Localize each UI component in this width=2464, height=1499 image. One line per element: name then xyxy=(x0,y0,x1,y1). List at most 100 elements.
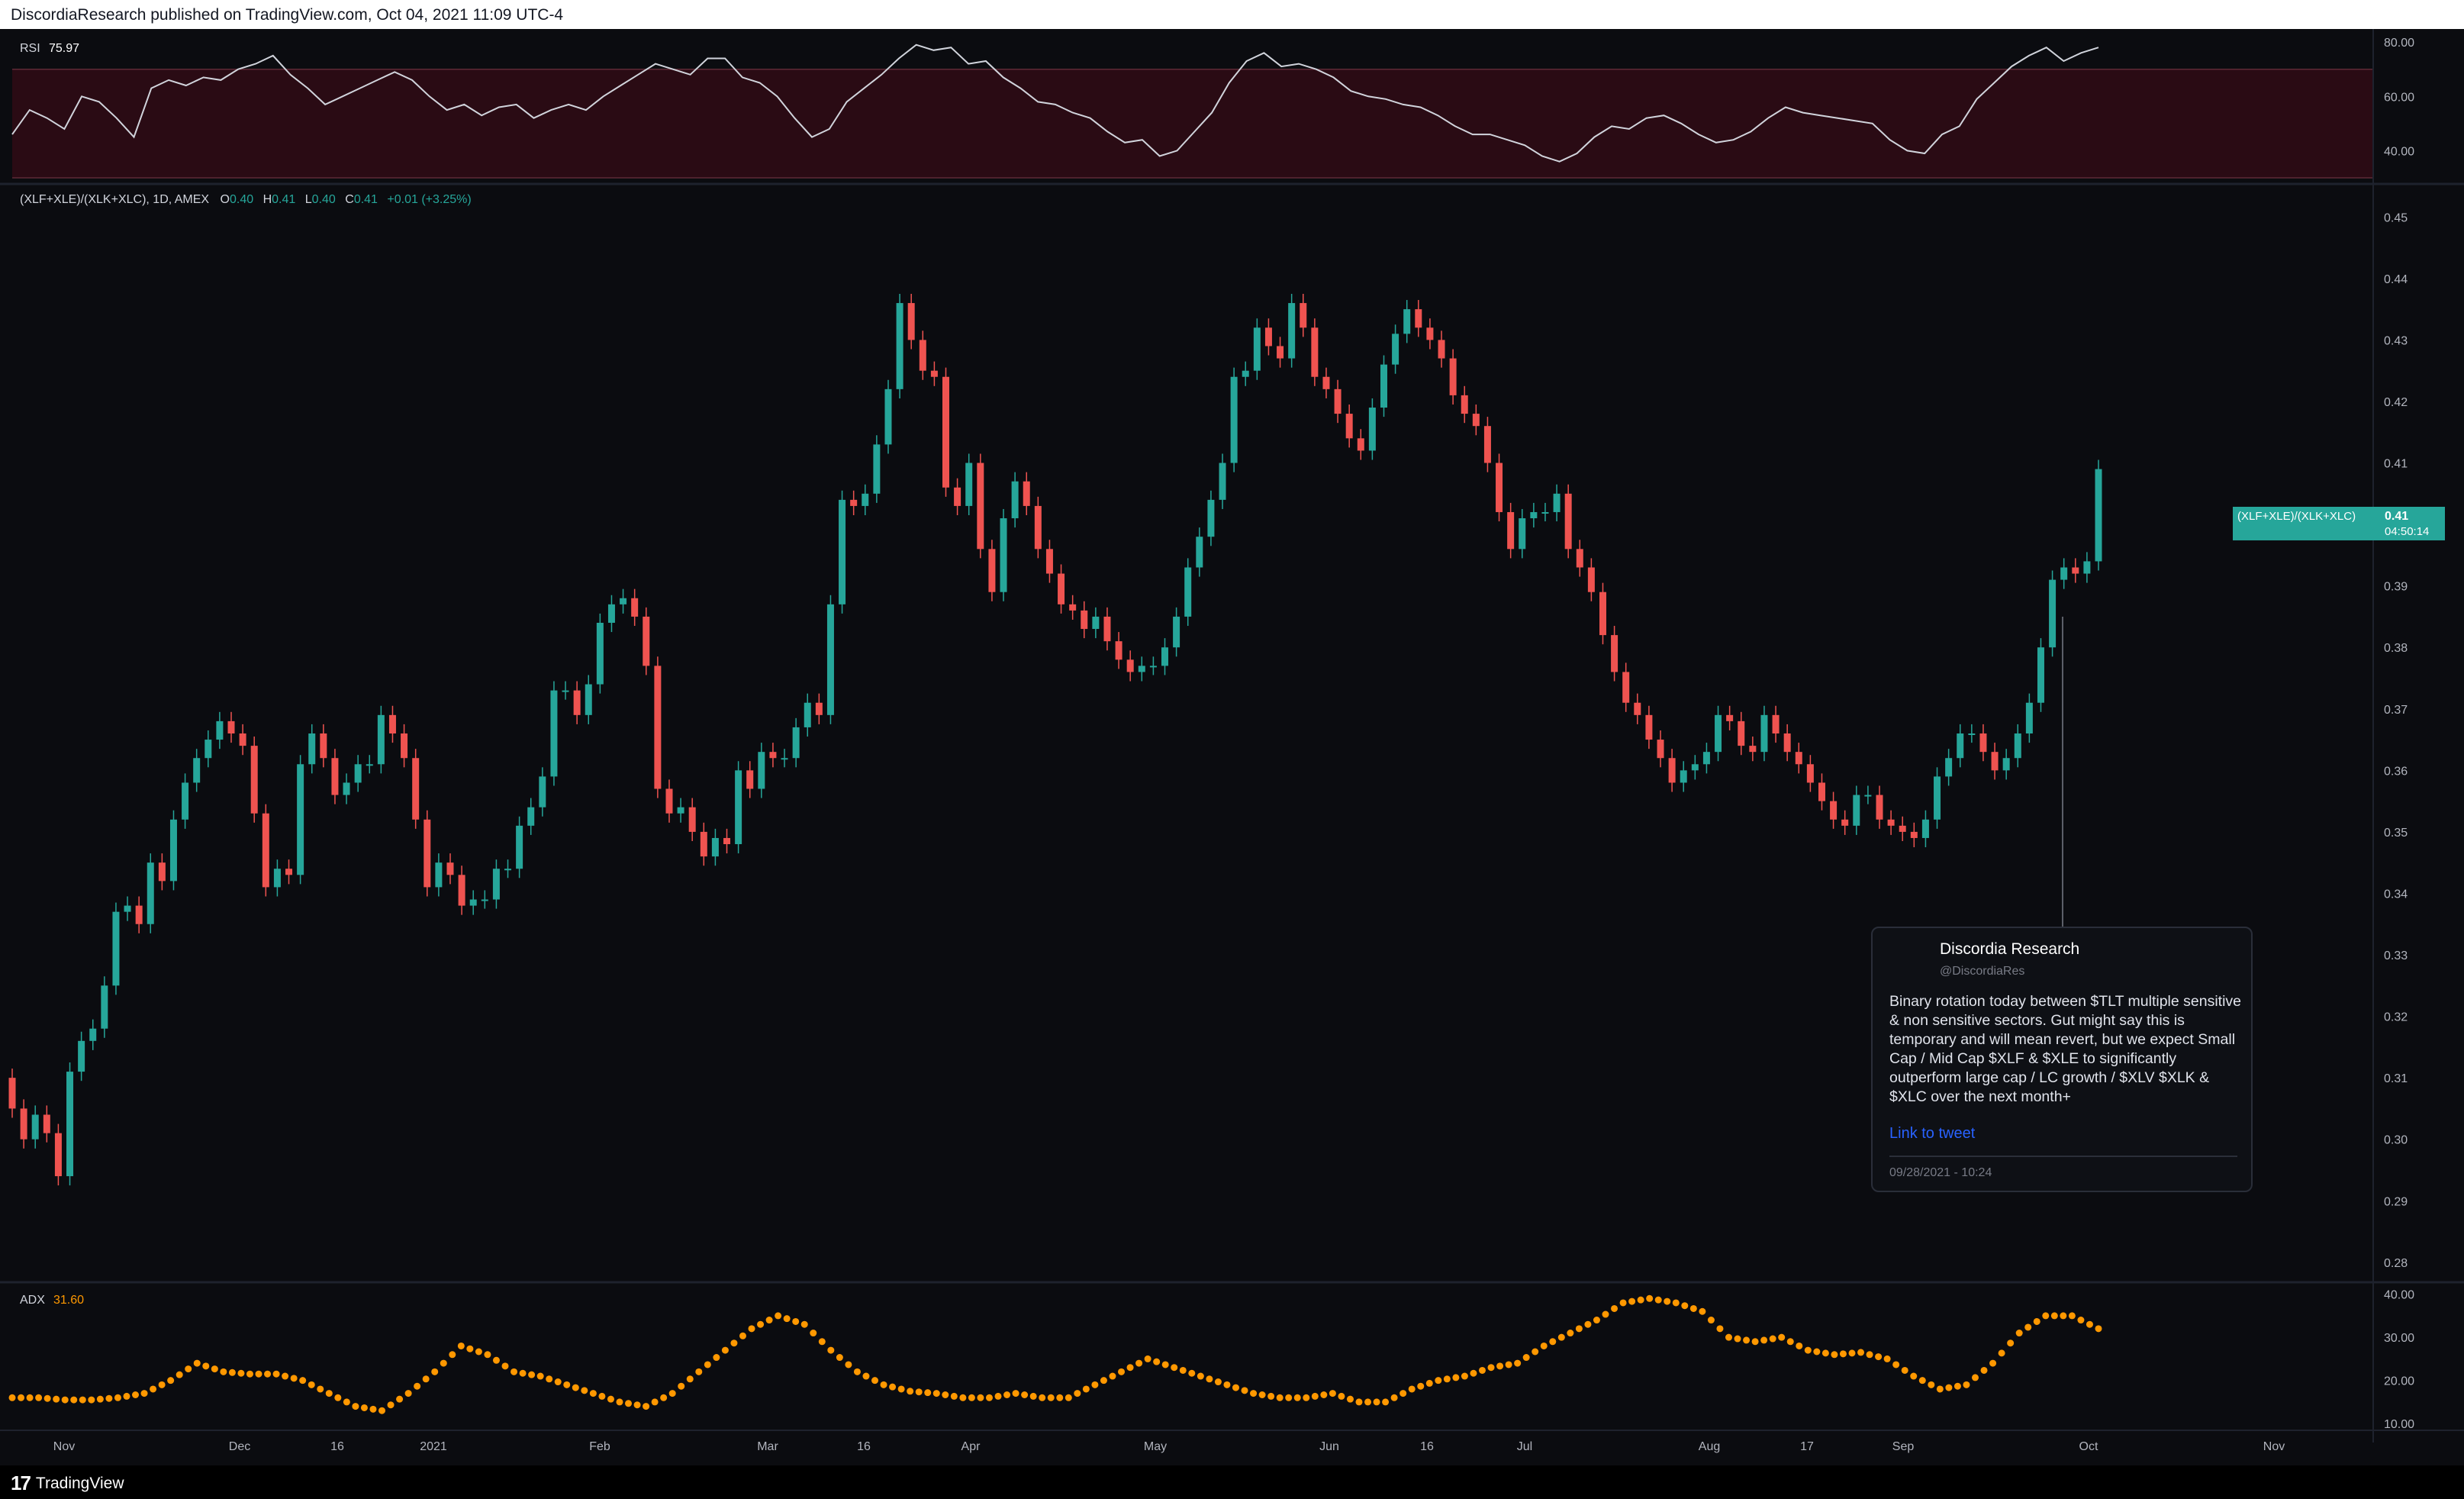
candle-body xyxy=(2072,567,2079,574)
price-tag-value: 0.41 xyxy=(2385,510,2409,523)
tweet-text: Binary rotation today between $TLT multi… xyxy=(1889,993,2242,1105)
adx-point xyxy=(1821,1349,1829,1357)
adx-point xyxy=(1786,1338,1794,1346)
adx-point xyxy=(1628,1298,1636,1305)
candle-body xyxy=(2037,647,2044,703)
time-tick-label: 16 xyxy=(857,1440,871,1453)
candle-body xyxy=(1357,438,1364,451)
candle-body xyxy=(596,622,604,685)
chart-canvas[interactable]: 80.00 60.00 40.00 RSI 75.97 0.45 0.44 0.43 0.… xyxy=(0,29,2464,1465)
candle-body xyxy=(2060,567,2068,580)
price-tick-label: 0.33 xyxy=(2384,949,2408,962)
adx-tick-label: 30.00 xyxy=(2384,1332,2414,1345)
tweet-link[interactable]: Link to tweet xyxy=(1889,1125,1975,1143)
adx-point xyxy=(8,1394,16,1401)
price-tick-label: 0.31 xyxy=(2384,1072,2408,1085)
adx-point xyxy=(352,1403,359,1410)
adx-point xyxy=(1743,1336,1751,1344)
candle-body xyxy=(1668,758,1676,783)
adx-tick-label: 10.00 xyxy=(2384,1418,2414,1431)
adx-point xyxy=(589,1390,597,1397)
price-tick-label: 0.30 xyxy=(2384,1134,2408,1147)
adx-point xyxy=(1161,1361,1169,1368)
candle-body xyxy=(66,1072,74,1177)
candle-body xyxy=(1207,499,1215,537)
candle-body xyxy=(1115,641,1122,660)
candle-body xyxy=(539,776,546,808)
adx-point xyxy=(792,1317,800,1325)
adx-point xyxy=(1646,1294,1654,1302)
candle-body xyxy=(135,905,143,924)
candle-body xyxy=(1715,714,1722,753)
adx-point xyxy=(414,1382,421,1390)
candle-body xyxy=(873,444,881,494)
adx-value: 31.60 xyxy=(53,1294,84,1307)
candle-body xyxy=(862,493,869,506)
candle-body xyxy=(285,869,293,875)
candle-body xyxy=(792,727,800,759)
adx-point xyxy=(625,1400,633,1407)
adx-point xyxy=(1866,1351,1873,1359)
adx-point xyxy=(889,1383,897,1391)
time-tick-label: Sep xyxy=(1892,1440,1915,1453)
adx-point xyxy=(1672,1299,1680,1307)
tradingview-logo[interactable]: 17 TradingView xyxy=(11,1472,124,1495)
candle-body xyxy=(815,702,823,715)
adx-point xyxy=(1654,1296,1662,1304)
adx-point xyxy=(1258,1391,1266,1399)
time-tick-label: Jul xyxy=(1517,1440,1532,1453)
adx-point xyxy=(1074,1390,1081,1397)
candle-body xyxy=(331,758,339,795)
candle-body xyxy=(1749,746,1757,753)
candle-body xyxy=(1496,463,1503,512)
candle-body xyxy=(320,733,327,759)
candle-body xyxy=(1864,795,1872,797)
adx-point xyxy=(519,1369,527,1377)
candle-body xyxy=(1380,364,1387,408)
adx-point xyxy=(1012,1390,1019,1397)
candle-body xyxy=(1795,752,1802,765)
legend-open: 0.40 xyxy=(230,193,253,206)
adx-point xyxy=(325,1390,333,1397)
candle-body xyxy=(1553,493,1561,512)
candle-body xyxy=(1772,714,1780,733)
candle-body xyxy=(469,899,477,906)
candle-body xyxy=(216,720,224,740)
adx-point xyxy=(1689,1304,1697,1312)
adx-point xyxy=(1813,1348,1821,1356)
candle-body xyxy=(1979,733,1987,753)
adx-point xyxy=(1355,1398,1363,1406)
candle-body xyxy=(424,819,431,888)
adx-point xyxy=(554,1378,562,1386)
adx-point xyxy=(748,1325,755,1333)
chart-area[interactable]: 80.00 60.00 40.00 RSI 75.97 0.45 0.44 0.43 0.… xyxy=(0,29,2464,1465)
adx-point xyxy=(1664,1298,1671,1305)
adx-point xyxy=(255,1370,263,1378)
adx-point xyxy=(343,1398,350,1406)
time-tick-label: Mar xyxy=(757,1440,778,1453)
time-tick-label: May xyxy=(1144,1440,1167,1453)
adx-point xyxy=(845,1361,852,1368)
adx-point xyxy=(1540,1342,1548,1349)
tweet-card[interactable]: Discordia Research @DiscordiaRes Binary … xyxy=(1871,927,2253,1192)
legend-o-label: O xyxy=(221,193,230,206)
candle-body xyxy=(700,831,707,857)
candle-body xyxy=(1058,573,1065,604)
adx-point xyxy=(1241,1387,1248,1394)
adx-point xyxy=(871,1377,879,1385)
price-tick-label: 0.44 xyxy=(2384,273,2408,286)
candle-body xyxy=(1069,604,1077,611)
candle-body xyxy=(2083,561,2091,574)
adx-point xyxy=(272,1370,280,1378)
candle-body xyxy=(977,463,984,550)
adx-point xyxy=(1109,1372,1116,1380)
adx-point xyxy=(1831,1351,1838,1359)
adx-point xyxy=(1910,1372,1918,1380)
adx-point xyxy=(105,1394,113,1402)
publish-header: DiscordiaResearch published on TradingVi… xyxy=(0,0,2464,29)
candle-body xyxy=(43,1114,50,1133)
candle-body xyxy=(1322,376,1330,389)
adx-point xyxy=(713,1354,720,1362)
candle-body xyxy=(1991,752,1999,771)
adx-point xyxy=(466,1345,474,1352)
